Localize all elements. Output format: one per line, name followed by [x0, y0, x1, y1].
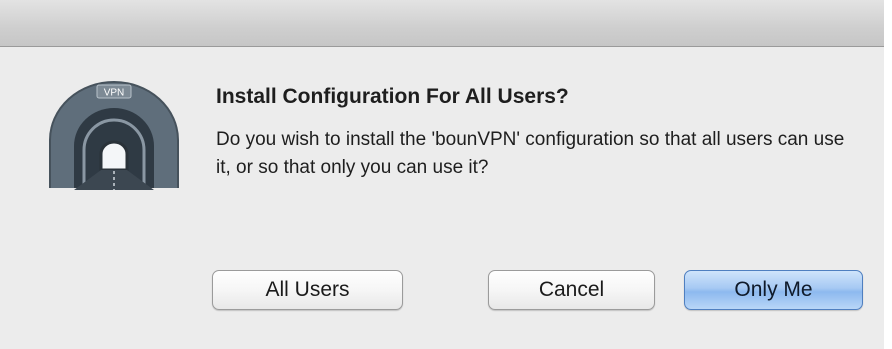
window-edge: [884, 0, 892, 349]
all-users-button[interactable]: All Users: [212, 270, 403, 310]
window-titlebar[interactable]: [0, 0, 892, 47]
vpn-label: VPN: [104, 88, 125, 99]
only-me-button[interactable]: Only Me: [684, 270, 863, 310]
vpn-tunnel-icon: VPN: [44, 78, 184, 192]
install-configuration-dialog: VPN Install Configuration For All Users?…: [0, 0, 892, 349]
dialog-message: Do you wish to install the 'bounVPN' con…: [216, 129, 845, 178]
dialog-title: Install Configuration For All Users?: [216, 85, 569, 108]
cancel-button[interactable]: Cancel: [488, 270, 655, 310]
